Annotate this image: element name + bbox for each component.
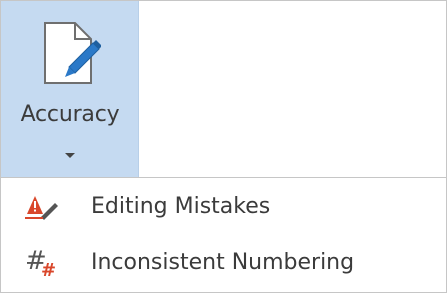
- accuracy-dropdown-window: Accuracy Editing Mistakes # # Inconsiste…: [0, 0, 447, 293]
- chevron-down-icon: [65, 153, 75, 158]
- editing-mistakes-icon: [25, 196, 58, 220]
- numbering-icon: # #: [25, 246, 57, 281]
- ribbon-area: Accuracy: [1, 1, 446, 177]
- document-pencil-icon: [44, 22, 101, 84]
- accuracy-button[interactable]: Accuracy: [1, 1, 139, 177]
- accuracy-menu: Editing Mistakes # # Inconsistent Number…: [1, 178, 446, 290]
- menu-item-label: Editing Mistakes: [91, 194, 271, 219]
- menu-item-inconsistent-numbering[interactable]: # # Inconsistent Numbering: [1, 234, 446, 290]
- menu-item-label: Inconsistent Numbering: [91, 250, 355, 275]
- accuracy-button-label: Accuracy: [20, 102, 120, 127]
- menu-item-editing-mistakes[interactable]: Editing Mistakes: [1, 178, 446, 234]
